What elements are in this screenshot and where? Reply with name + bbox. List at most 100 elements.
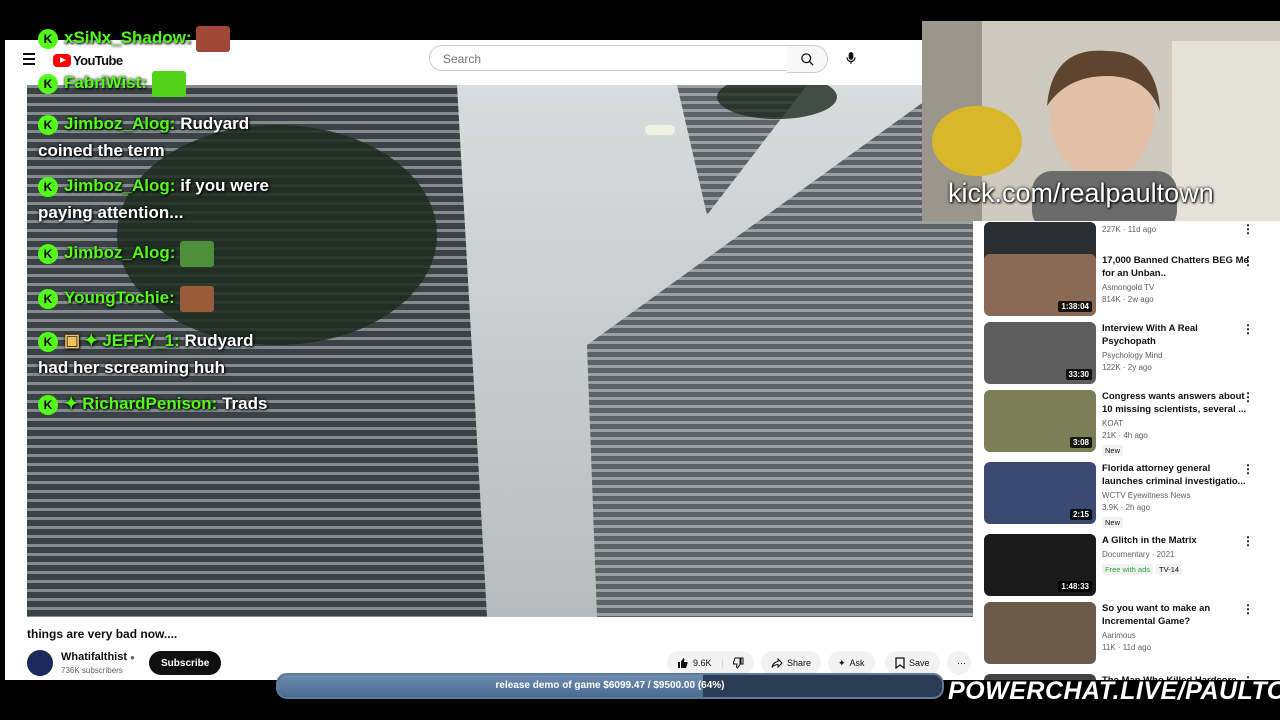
video-meta: Interview With A Real Psychopath Psychol…	[1102, 322, 1252, 372]
more-options-icon[interactable]: ⋮	[1242, 534, 1254, 548]
like-count: 9.6K	[693, 658, 712, 668]
kick-badge-icon: K	[38, 288, 58, 309]
youtube-wordmark: YouTube	[73, 52, 123, 68]
more-options-icon[interactable]: ⋮	[1242, 602, 1254, 616]
kick-badge-icon: K	[38, 243, 58, 264]
more-options-icon[interactable]: ⋮	[1242, 322, 1254, 336]
recommended-video[interactable]: 2:15 Florida attorney general launches c…	[984, 462, 1274, 528]
gift-badge-icon: ▣	[64, 331, 81, 350]
search-button[interactable]	[787, 45, 828, 73]
like-dislike-divider: |	[721, 658, 724, 668]
video-title[interactable]: So you want to make an Incremental Game?	[1102, 602, 1252, 628]
clover-badge-icon: ✦	[64, 394, 79, 413]
more-options-icon[interactable]: ⋮	[1242, 254, 1254, 268]
bookmark-icon	[895, 657, 905, 669]
more-options-icon[interactable]: ⋮	[1242, 222, 1254, 236]
video-stats: 11K · 11d ago	[1102, 643, 1152, 652]
chat-emote	[196, 25, 231, 52]
chat-username: Jimboz_Alog:	[64, 176, 176, 195]
video-duration: 2:15	[1069, 509, 1092, 520]
video-stats: 21K · 4h ago	[1102, 431, 1148, 440]
video-title[interactable]: 17,000 Banned Chatters BEG Me for an Unb…	[1102, 254, 1252, 280]
video-thumbnail[interactable]: 1:48:33	[984, 534, 1096, 596]
more-options-icon[interactable]: ⋮	[1242, 462, 1254, 476]
chat-username: Jimboz_Alog:	[64, 114, 176, 133]
more-options-icon[interactable]: ⋮	[1242, 390, 1254, 404]
video-duration: 1:38:04	[1058, 301, 1092, 312]
voice-search-button[interactable]	[837, 45, 865, 71]
chat-emote	[151, 70, 186, 97]
video-thumbnail[interactable]: 33:30	[984, 322, 1096, 384]
kick-badge-icon: K	[38, 28, 58, 49]
search-box[interactable]	[429, 45, 788, 71]
chat-emote	[179, 285, 214, 312]
video-title[interactable]: Congress wants answers about 10 missing …	[1102, 390, 1252, 416]
recommended-video[interactable]: 1:48:33 A Glitch in the Matrix Documenta…	[984, 534, 1274, 598]
share-label: Share	[787, 658, 812, 668]
channel-avatar[interactable]	[27, 650, 53, 676]
menu-icon[interactable]	[23, 53, 35, 67]
more-actions-button[interactable]: ⋯	[947, 651, 971, 675]
verified-icon: ●	[130, 653, 135, 662]
like-button[interactable]: 9.6K |	[667, 651, 754, 675]
video-badge: TV-14	[1156, 564, 1183, 575]
chat-message: K ▣ ✦ JEFFY_1: Rudyard had her screaming hu…	[38, 327, 278, 381]
kick-badge-icon: K	[38, 176, 58, 197]
youtube-logo[interactable]: YouTube	[53, 51, 123, 69]
video-meta: Florida attorney general launches crimin…	[1102, 462, 1252, 530]
video-channel: Documentary · 2021	[1102, 550, 1175, 559]
kick-badge-icon: K	[38, 331, 58, 352]
channel-name[interactable]: Whatifalthist ●	[61, 651, 135, 663]
thumbs-up-icon	[678, 658, 688, 668]
video-thumbnail[interactable]: 2:15	[984, 462, 1096, 524]
ask-label: Ask	[849, 658, 865, 668]
recommended-video[interactable]: So you want to make an Incremental Game?…	[984, 602, 1274, 666]
search-input[interactable]	[441, 51, 765, 67]
chat-username: Jimboz_Alog:	[64, 243, 176, 262]
more-icon: ⋯	[957, 657, 966, 668]
video-channel: Psychology Mind	[1102, 351, 1163, 360]
kick-badge-icon: K	[38, 73, 58, 94]
chat-message: K Jimboz_Alog: if you were paying attenti…	[38, 172, 278, 226]
video-badges: New	[1102, 440, 1252, 458]
kick-channel-url: kick.com/realpaultown	[948, 178, 1214, 208]
save-button[interactable]: Save	[885, 651, 940, 675]
chat-message: K Jimboz_Alog:	[38, 239, 278, 267]
video-badges: New	[1102, 512, 1252, 530]
video-channel: Asmongold TV	[1102, 283, 1155, 292]
kick-badge-icon: K	[38, 394, 58, 415]
video-meta: 17,000 Banned Chatters BEG Me for an Unb…	[1102, 254, 1252, 304]
chat-username: YoungTochie:	[64, 288, 175, 307]
channel-name-text: Whatifalthist	[61, 651, 127, 663]
video-title[interactable]: A Glitch in the Matrix	[1102, 534, 1252, 547]
clover-badge-icon: ✦	[84, 331, 99, 350]
recommended-video[interactable]: 33:30 Interview With A Real Psychopath P…	[984, 322, 1274, 386]
search-icon	[800, 52, 814, 66]
chat-emote	[180, 240, 215, 267]
video-thumbnail[interactable]	[984, 602, 1096, 664]
chat-username: xSiNx_Shadow:	[64, 28, 192, 47]
chat-message: K Jimboz_Alog: Rudyard coined the term	[38, 110, 278, 164]
video-channel: Aarimous	[1102, 631, 1136, 640]
share-button[interactable]: Share	[761, 651, 822, 675]
recommended-video[interactable]: 1:38:04 17,000 Banned Chatters BEG Me fo…	[984, 254, 1274, 318]
ask-button[interactable]: ✦ Ask	[828, 651, 875, 675]
video-duration: 33:30	[1065, 369, 1092, 380]
subscribe-button[interactable]: Subscribe	[149, 651, 222, 675]
video-badge: Free with ads	[1102, 564, 1154, 575]
share-icon	[771, 657, 783, 669]
chat-message: K YoungTochie:	[38, 284, 278, 312]
video-title[interactable]: Florida attorney general launches crimin…	[1102, 462, 1252, 488]
chat-message: K FabriWist:	[38, 69, 278, 97]
thumbs-down-icon[interactable]	[732, 657, 744, 669]
video-thumbnail[interactable]: 1:38:04	[984, 254, 1096, 316]
sparkle-icon: ✦	[838, 657, 846, 668]
recommended-video[interactable]: 3:08 Congress wants answers about 10 mis…	[984, 390, 1274, 456]
video-thumbnail[interactable]: 3:08	[984, 390, 1096, 452]
video-meta: Congress wants answers about 10 missing …	[1102, 390, 1252, 458]
donation-goal-bar: release demo of game $6099.47 / $9500.00…	[276, 673, 944, 699]
chat-username: FabriWist:	[64, 73, 147, 92]
video-title[interactable]: Interview With A Real Psychopath	[1102, 322, 1252, 348]
chat-username: RichardPenison:	[82, 394, 218, 413]
chat-text: Trads	[222, 394, 268, 413]
